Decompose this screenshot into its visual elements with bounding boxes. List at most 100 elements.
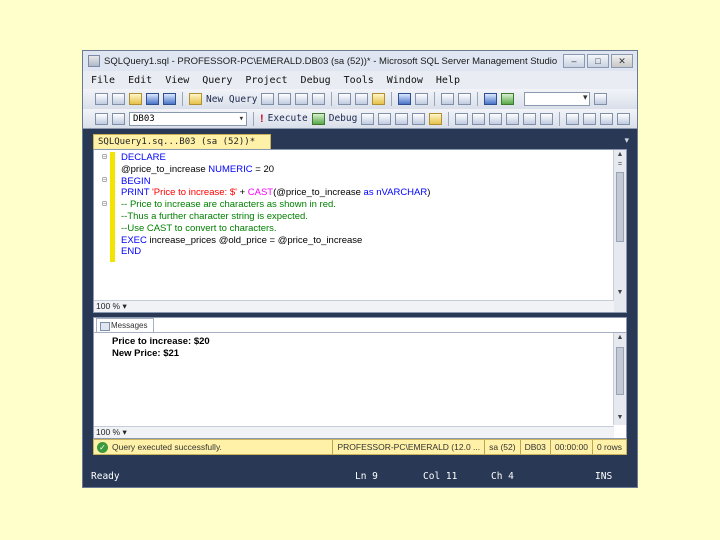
standard-toolbar: New Query [83, 89, 637, 109]
query-editor[interactable]: ⊟ ⊟ ⊟ DECLARE @price_to_increase NUMERIC … [93, 149, 627, 313]
parse-icon[interactable] [378, 112, 392, 125]
navigate-backward-icon[interactable] [441, 93, 455, 105]
scroll-up-icon[interactable]: ▲ [614, 334, 626, 344]
zoom-dropdown-icon[interactable]: ▾ [122, 301, 126, 311]
results-horizontal-bar: 100 % ▾ [94, 426, 614, 438]
save-all-icon[interactable] [163, 93, 176, 105]
code-token: = 20 [252, 163, 275, 175]
paste-icon[interactable] [372, 93, 386, 105]
code-token: + [239, 187, 248, 199]
scroll-down-icon[interactable]: ▼ [614, 289, 626, 299]
intellisense-icon[interactable] [429, 112, 443, 125]
display-estimated-plan-icon[interactable] [395, 112, 409, 125]
line-number: Ln 9 [355, 470, 378, 482]
database-engine-query-icon[interactable] [261, 93, 275, 105]
menu-bar: File Edit View Query Project Debug Tools… [83, 71, 637, 89]
minimize-button[interactable]: – [563, 54, 585, 68]
collapse-icon[interactable]: ⊟ [102, 152, 107, 161]
solution-config-dropdown[interactable] [524, 92, 591, 106]
connect-icon[interactable] [95, 112, 108, 125]
include-actual-plan-icon[interactable] [455, 112, 469, 125]
menu-debug[interactable]: Debug [301, 75, 331, 86]
start-debugging-icon[interactable] [501, 93, 515, 105]
change-tracking-margin [110, 152, 115, 262]
menu-file[interactable]: File [91, 75, 115, 86]
tab-sqlquery1[interactable]: SQLQuery1.sq...B03 (sa (52))* [93, 134, 271, 149]
new-project-icon[interactable] [95, 93, 108, 105]
menu-query[interactable]: Query [202, 75, 232, 86]
scroll-down-icon[interactable]: ▼ [614, 414, 626, 424]
code-line: PRINT 'Price to increase: $' + CAST(@pri… [121, 187, 430, 199]
analysis-query-icon[interactable] [278, 93, 292, 105]
collapse-icon[interactable]: ⊟ [102, 175, 107, 184]
editor-vertical-scrollbar[interactable]: ▲ = ▼ [613, 150, 626, 312]
results-to-grid-icon[interactable] [523, 112, 537, 125]
execute-icon[interactable]: ! [260, 113, 264, 125]
menu-edit[interactable]: Edit [128, 75, 152, 86]
menu-tools[interactable]: Tools [344, 75, 374, 86]
message-line: New Price: $21 [112, 348, 180, 359]
new-query-button[interactable]: New Query [206, 94, 257, 105]
scroll-thumb[interactable] [616, 347, 624, 395]
close-button[interactable]: ✕ [611, 54, 633, 68]
scroll-up-icon[interactable]: ▲ [614, 151, 626, 161]
query-options-icon[interactable] [412, 112, 426, 125]
code-line: --Use CAST to convert to characters. [121, 223, 430, 235]
menu-project[interactable]: Project [245, 75, 287, 86]
code-token: BEGIN [121, 175, 151, 187]
editor-horizontal-bar: 100 % ▾ [94, 300, 614, 312]
increase-indent-icon[interactable] [617, 112, 631, 125]
results-to-text-icon[interactable] [506, 112, 520, 125]
row-count: 0 rows [591, 440, 626, 454]
new-query-icon[interactable] [189, 93, 202, 105]
query-status-bar: ✓ Query executed successfully. PROFESSOR… [93, 439, 627, 455]
code-line: DECLARE [121, 152, 430, 164]
navigate-forward-icon[interactable] [458, 93, 472, 105]
messages-tab-label: Messages [111, 321, 148, 330]
message-line: Price to increase: $20 [112, 336, 210, 347]
success-check-icon: ✓ [97, 441, 108, 453]
uncomment-icon[interactable] [583, 112, 597, 125]
scroll-thumb[interactable] [616, 172, 624, 242]
code-token: DECLARE [121, 152, 166, 163]
execute-button[interactable]: Execute [268, 113, 308, 124]
tab-messages[interactable]: Messages [96, 318, 154, 332]
results-vertical-scrollbar[interactable]: ▲ ▼ [613, 333, 626, 425]
dmx-query-icon[interactable] [295, 93, 309, 105]
decrease-indent-icon[interactable] [600, 112, 614, 125]
tab-dropdown-icon[interactable]: ▾ [624, 135, 629, 146]
results-zoom[interactable]: 100 % [96, 427, 120, 437]
collapse-icon[interactable]: ⊟ [102, 199, 107, 208]
results-to-file-icon[interactable] [540, 112, 554, 125]
debug-button[interactable]: Debug [329, 113, 358, 124]
query-status-message: Query executed successfully. [112, 442, 222, 452]
save-icon[interactable] [146, 93, 159, 105]
user-name: sa (52) [484, 440, 519, 454]
include-client-statistics-icon[interactable] [489, 112, 503, 125]
split-icon[interactable]: = [614, 161, 626, 171]
maximize-button[interactable]: □ [587, 54, 609, 68]
copy-icon[interactable] [355, 93, 369, 105]
sql-editor-toolbar: DB03 ! Execute Debug [83, 109, 637, 129]
toolbar-options-icon[interactable] [594, 93, 608, 105]
debug-icon[interactable] [311, 112, 325, 125]
undo-icon[interactable] [398, 93, 412, 105]
code-token: NUMERIC [208, 163, 253, 175]
comment-out-icon[interactable] [566, 112, 580, 125]
available-databases-dropdown[interactable]: DB03 [129, 111, 247, 126]
menu-window[interactable]: Window [387, 75, 423, 86]
xmla-query-icon[interactable] [312, 93, 326, 105]
screen-icon[interactable] [484, 93, 498, 105]
live-query-statistics-icon[interactable] [472, 112, 486, 125]
menu-view[interactable]: View [165, 75, 189, 86]
change-connection-icon[interactable] [112, 112, 125, 125]
code-token: PRINT [121, 187, 152, 199]
redo-icon[interactable] [415, 93, 429, 105]
cancel-query-icon[interactable] [361, 112, 375, 125]
open-file-icon[interactable] [129, 93, 142, 105]
zoom-dropdown-icon[interactable]: ▾ [122, 427, 126, 437]
cut-icon[interactable] [338, 93, 352, 105]
menu-help[interactable]: Help [436, 75, 460, 86]
editor-zoom[interactable]: 100 % [96, 301, 120, 311]
add-item-icon[interactable] [112, 93, 125, 105]
